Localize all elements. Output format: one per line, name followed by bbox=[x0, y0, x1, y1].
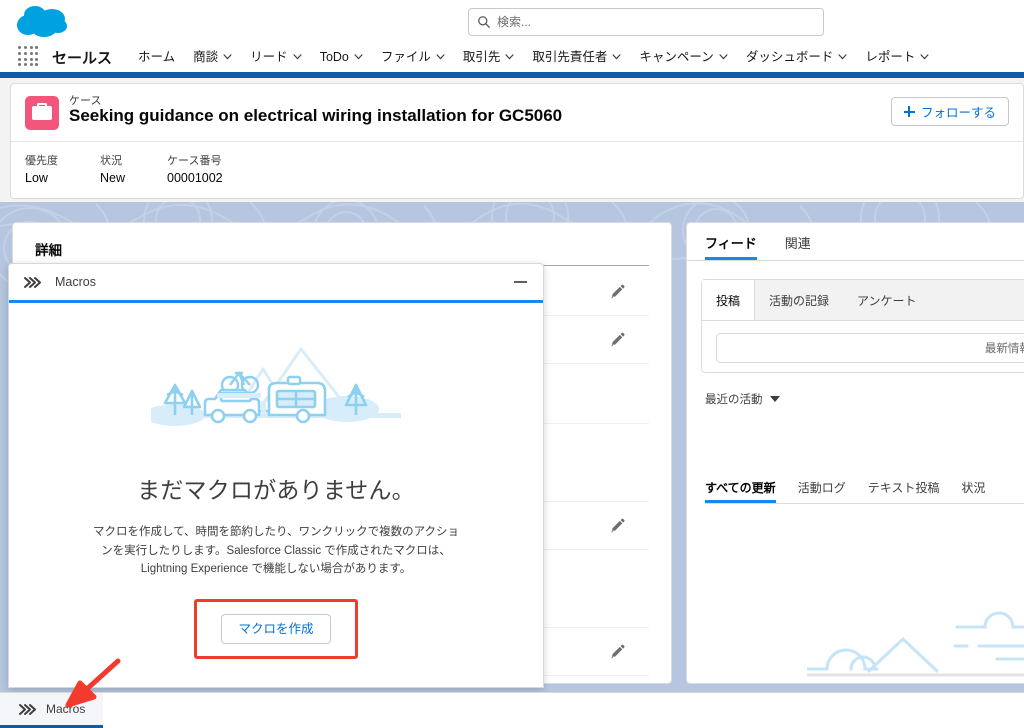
nav-item-label: リード bbox=[250, 49, 288, 64]
chevron-down-icon bbox=[505, 54, 514, 60]
nav-item-label: 取引先責任者 bbox=[532, 49, 608, 64]
publisher-tab-1[interactable]: 活動の記録 bbox=[755, 280, 843, 320]
nav-item-2[interactable]: リード bbox=[250, 51, 302, 64]
chevron-down-icon bbox=[354, 54, 363, 60]
feed-filter-2[interactable]: テキスト投稿 bbox=[868, 479, 940, 503]
search-icon bbox=[478, 16, 490, 28]
nav-item-6[interactable]: 取引先責任者 bbox=[532, 51, 621, 64]
field-label: 状況 bbox=[100, 155, 122, 167]
edit-pencil-icon[interactable] bbox=[610, 644, 625, 659]
tab-1[interactable]: 関連 bbox=[785, 233, 811, 260]
nav-item-label: ファイル bbox=[380, 49, 431, 64]
global-header: 検索... セールス ホーム 商談 リード ToDo ファイル 取引先 取引先責任者 キャンペ… bbox=[0, 0, 1024, 72]
field-label: ケース番号 bbox=[167, 155, 222, 167]
app-name-label[interactable]: セールス bbox=[52, 47, 112, 68]
nav-item-9[interactable]: レポート bbox=[865, 51, 929, 64]
app-launcher-waffle-icon[interactable] bbox=[18, 46, 40, 68]
highlight-field: 優先度 Low bbox=[25, 152, 58, 199]
nav-item-5[interactable]: 取引先 bbox=[463, 51, 515, 64]
create-macro-highlight: マクロを作成 bbox=[194, 598, 358, 660]
nav-item-label: ダッシュボード bbox=[745, 49, 834, 64]
clouds-mountain-line-illustration bbox=[807, 611, 1024, 677]
nav-item-1[interactable]: 商談 bbox=[193, 51, 232, 64]
chevron-down-icon bbox=[293, 54, 302, 60]
publisher-tab-list: 投稿 活動の記録 アンケート bbox=[702, 280, 1024, 321]
feed-tab-list: フィード 関連 bbox=[687, 223, 1024, 261]
edit-pencil-icon[interactable] bbox=[610, 518, 625, 533]
record-header: ケース Seeking guidance on electrical wirin… bbox=[0, 78, 1024, 202]
nav-item-label: キャンペーン bbox=[639, 49, 714, 64]
nav-item-label: ToDo bbox=[319, 49, 349, 64]
chevron-down-icon bbox=[920, 54, 929, 60]
field-value: Low bbox=[25, 171, 48, 185]
nav-item-4[interactable]: ファイル bbox=[381, 51, 445, 64]
nav-item-3[interactable]: ToDo bbox=[320, 51, 363, 64]
plus-icon bbox=[903, 106, 915, 117]
chevron-down-icon bbox=[223, 54, 232, 60]
highlight-field: ケース番号 00001002 bbox=[167, 152, 223, 199]
chevron-down-icon bbox=[719, 54, 728, 60]
nav-item-0[interactable]: ホーム bbox=[138, 51, 175, 64]
edit-pencil-icon[interactable] bbox=[610, 284, 625, 299]
nav-item-7[interactable]: キャンペーン bbox=[639, 49, 728, 64]
edit-pencil-icon[interactable] bbox=[610, 332, 625, 347]
feed-filter-tab-list: すべての更新 活動ログ テキスト投稿 状況 bbox=[705, 473, 1024, 504]
macros-panel-body: まだマクロがありません。 マクロを作成して、時間を節約したり、ワンクリックで複数… bbox=[9, 303, 543, 686]
navigation-bar: セールス ホーム 商談 リード ToDo ファイル 取引先 取引先責任者 キャンペーン ダッシュ… bbox=[0, 42, 1024, 72]
field-value: New bbox=[100, 171, 126, 185]
field-value: 00001002 bbox=[167, 171, 223, 185]
utility-bar: Macros bbox=[0, 692, 1024, 728]
create-macro-button[interactable]: マクロを作成 bbox=[221, 613, 331, 645]
publisher-tab-2[interactable]: アンケート bbox=[843, 280, 931, 320]
page-title: Seeking guidance on electrical wiring in… bbox=[69, 106, 563, 125]
navigation-accent-band bbox=[0, 72, 1024, 78]
details-panel-title: 詳細 bbox=[35, 243, 62, 258]
macros-panel-header[interactable]: Macros bbox=[9, 264, 543, 303]
search-placeholder-text: 検索... bbox=[497, 15, 532, 29]
publisher-input[interactable]: 最新情報を共有... bbox=[716, 333, 1024, 363]
publisher-tab-0[interactable]: 投稿 bbox=[702, 280, 756, 320]
chevron-down-icon bbox=[612, 54, 621, 60]
minimize-icon[interactable] bbox=[514, 281, 527, 283]
publisher-placeholder-text: 最新情報を共有... bbox=[984, 343, 1024, 355]
chevron-down-icon bbox=[838, 54, 847, 60]
macros-chevrons-icon bbox=[24, 276, 41, 288]
utility-item-macros[interactable]: Macros bbox=[0, 693, 104, 728]
follow-button[interactable]: フォローする bbox=[890, 97, 1009, 126]
feed-filter-0[interactable]: すべての更新 bbox=[705, 479, 776, 503]
case-briefcase-icon bbox=[25, 96, 59, 130]
feed-filter-3[interactable]: 状況 bbox=[961, 479, 985, 503]
feed-publisher: 投稿活動の記録アンケート 最新情報を共有... bbox=[701, 279, 1024, 373]
caret-down-icon bbox=[769, 396, 780, 402]
global-search[interactable]: 検索... bbox=[468, 8, 824, 36]
record-header-card: ケース Seeking guidance on electrical wirin… bbox=[10, 83, 1024, 199]
nav-item-label: 取引先 bbox=[462, 49, 501, 64]
macros-empty-body: マクロを作成して、時間を節約したり、ワンクリックで複数のアクションを実行したりし… bbox=[92, 526, 460, 576]
field-label: 優先度 bbox=[25, 155, 58, 167]
highlight-field: 状況 New bbox=[100, 152, 125, 199]
record-highlight-fields: 優先度 Low 状況 New ケース番号 00001002 bbox=[11, 142, 1023, 199]
search-input[interactable]: 検索... bbox=[468, 8, 824, 36]
feed-sort-control[interactable]: 最近の活動 bbox=[705, 391, 780, 407]
nav-item-label: 商談 bbox=[193, 49, 219, 64]
feed-sort-label: 最近の活動 bbox=[705, 394, 763, 406]
nav-item-label: ホーム bbox=[138, 49, 176, 64]
macros-panel-title: Macros bbox=[55, 275, 96, 289]
record-header-top: ケース Seeking guidance on electrical wirin… bbox=[11, 84, 1023, 142]
macros-chevrons-icon bbox=[19, 703, 36, 715]
salesforce-case-page: 検索... セールス ホーム 商談 リード ToDo ファイル 取引先 取引先責任者 キャンペ… bbox=[0, 0, 1024, 728]
camping-car-trailer-illustration bbox=[151, 347, 401, 426]
feed-filter-1[interactable]: 活動ログ bbox=[798, 479, 846, 503]
feed-panel: フィード 関連 投稿活動の記録アンケート 最新情報を共有... 最近の活動 すべて… bbox=[686, 222, 1024, 684]
utility-item-label: Macros bbox=[46, 702, 86, 716]
tab-0[interactable]: フィード bbox=[705, 233, 757, 260]
nav-item-8[interactable]: ダッシュボード bbox=[746, 51, 848, 64]
chevron-down-icon bbox=[436, 54, 445, 60]
macros-docked-panel: Macros まだマクロがありません。 マクロを作成して、時間を節約したり、ワン… bbox=[8, 263, 544, 688]
salesforce-cloud-logo[interactable] bbox=[14, 4, 70, 40]
macros-empty-heading: まだマクロがありません。 bbox=[137, 477, 415, 503]
nav-item-label: レポート bbox=[865, 49, 916, 64]
follow-button-label: フォローする bbox=[920, 106, 996, 120]
